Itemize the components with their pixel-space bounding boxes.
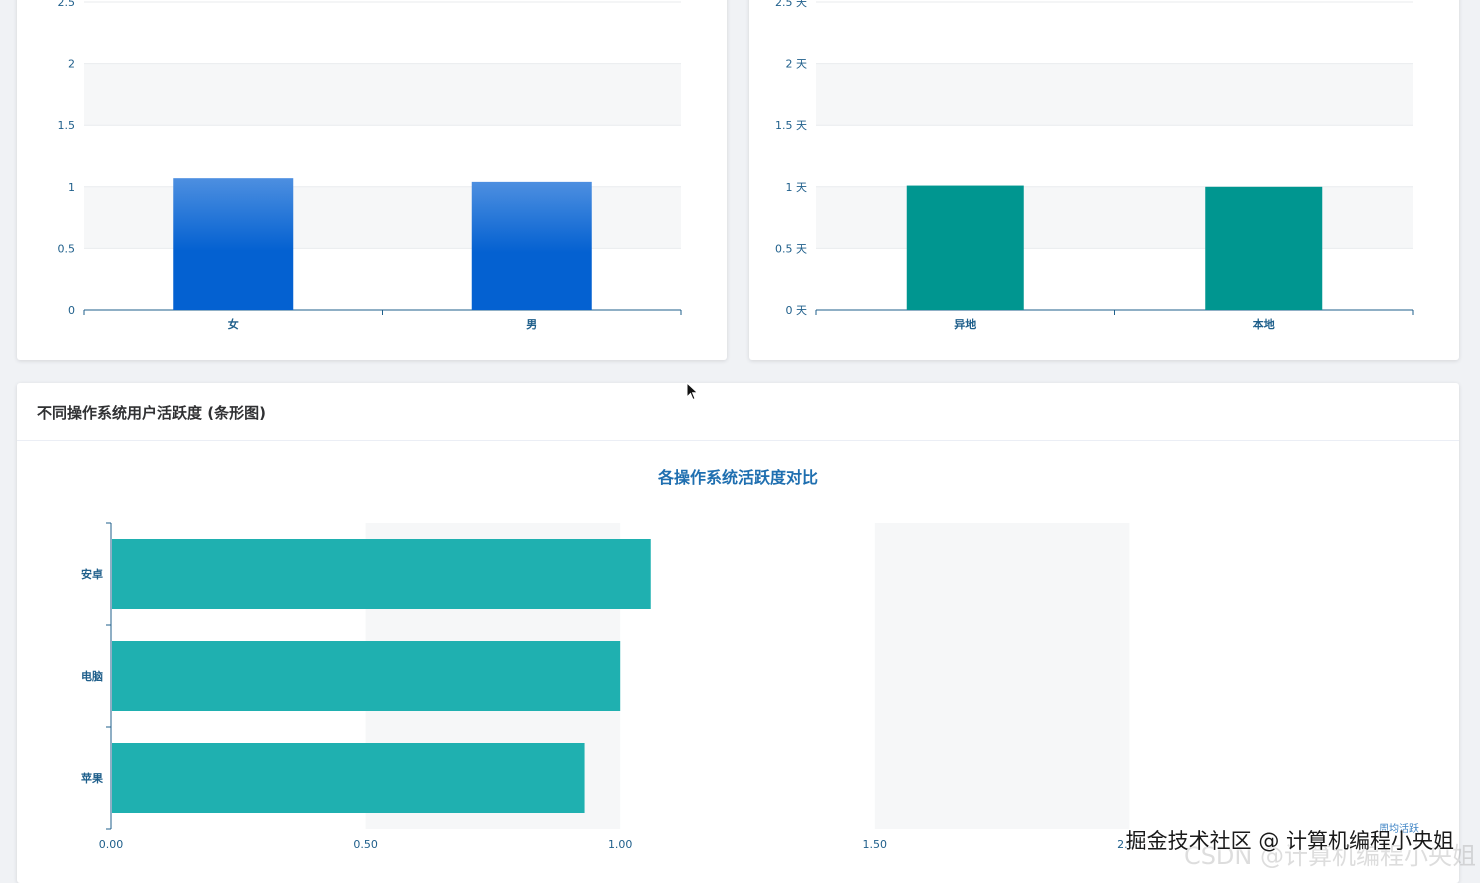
x-tick-label: 1.50 [863,838,888,851]
grid-band [816,64,1413,126]
y-tick-label: 2.5 [58,0,76,9]
y-tick-label: 0.5 [58,242,76,255]
y-tick-label: 1 [68,181,75,194]
x-tick-label: 0.50 [353,838,378,851]
grid-band [875,523,1130,829]
gender-chart-card: 0 0.5 1 1.5 2 2.5 女 男 [17,0,727,360]
grid-band [84,64,681,126]
y-tick-label: 1.5 [58,119,76,132]
os-activity-card: 不同操作系统用户活跃度 (条形图) 各操作系统活跃度对比安卓电脑苹果0.000.… [17,383,1459,883]
bar-2 [112,743,585,813]
x-tick-label: 1.00 [608,838,633,851]
y-category-label: 安卓 [81,567,103,581]
os-activity-bar-chart: 各操作系统活跃度对比安卓电脑苹果0.000.501.001.502.00周均活跃 [17,383,1459,883]
bar-0 [907,186,1024,310]
bar-0 [173,178,293,310]
x-category-label: 女 [228,317,239,331]
chart-title: 各操作系统活跃度对比 [657,468,818,487]
y-tick-label: 2 [68,58,75,71]
y-category-label: 电脑 [81,669,103,683]
x-category-label: 本地 [1253,317,1275,331]
y-tick-label: 2.5 天 [775,0,807,9]
y-tick-label: 0 天 [786,304,808,317]
y-tick-label: 0.5 天 [775,242,807,255]
y-tick-label: 2 天 [786,58,808,71]
gender-bar-chart: 0 0.5 1 1.5 2 2.5 女 男 [17,0,727,360]
bar-1 [1205,187,1322,310]
bar-1 [112,641,620,711]
mouse-cursor-icon [686,382,700,402]
y-category-label: 苹果 [81,771,103,785]
location-chart-card: 0 天 0.5 天 1 天 1.5 天 2 天 2.5 天异地 本地 [749,0,1459,360]
grid-band [816,187,1413,249]
bar-0 [112,539,651,609]
bar-1 [472,182,592,310]
location-bar-chart: 0 天 0.5 天 1 天 1.5 天 2 天 2.5 天异地 本地 [749,0,1459,360]
x-tick-label: 0.00 [99,838,124,851]
y-tick-label: 0 [68,304,75,317]
x-category-label: 异地 [954,317,976,331]
x-category-label: 男 [526,318,537,331]
watermark-juejin: 掘金技术社区 @ 计算机编程小央姐 [1126,825,1454,855]
y-tick-label: 1 天 [786,181,808,194]
y-tick-label: 1.5 天 [775,119,807,132]
